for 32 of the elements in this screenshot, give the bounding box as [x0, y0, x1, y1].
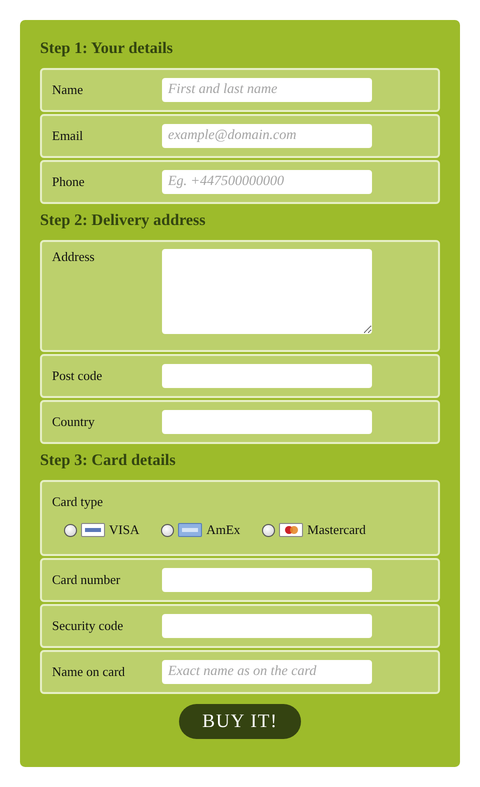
field-label: Address	[52, 249, 96, 265]
input-field[interactable]	[162, 364, 372, 388]
option-label: VISA	[109, 522, 140, 538]
input-field[interactable]	[162, 614, 372, 638]
field-label: Name	[52, 82, 84, 98]
option-label: AmEx	[206, 522, 240, 538]
text-area[interactable]	[162, 249, 372, 334]
field-label: Card type	[52, 494, 104, 510]
field-label: Country	[52, 414, 96, 430]
radio-button[interactable]	[64, 524, 77, 536]
card-icon	[279, 523, 304, 537]
section-heading: Step 2: Delivery address	[40, 211, 206, 231]
input-field[interactable]: example@domain.com	[162, 124, 372, 148]
input-field[interactable]: First and last name	[162, 78, 372, 102]
field-label: Email	[52, 128, 84, 144]
radio-button[interactable]	[262, 524, 276, 536]
field-label: Phone	[52, 174, 86, 190]
input-field[interactable]: Exact name as on the card	[162, 660, 372, 684]
input-field[interactable]	[162, 410, 372, 434]
input-field[interactable]	[162, 568, 372, 592]
card-icon	[178, 523, 202, 537]
field-label: Security code	[52, 618, 124, 634]
radio-button[interactable]	[161, 524, 174, 536]
field-label: Card number	[52, 572, 122, 588]
field-label: Name on card	[52, 664, 126, 680]
section-heading: Step 1: Your details	[40, 39, 174, 59]
buy-button[interactable]: BUY IT!	[179, 704, 301, 739]
card-icon	[81, 523, 105, 537]
option-label: Mastercard	[307, 522, 366, 538]
section-heading: Step 3: Card details	[40, 451, 177, 471]
input-field[interactable]: Eg. +447500000000	[162, 170, 372, 194]
field-label: Post code	[52, 368, 104, 384]
